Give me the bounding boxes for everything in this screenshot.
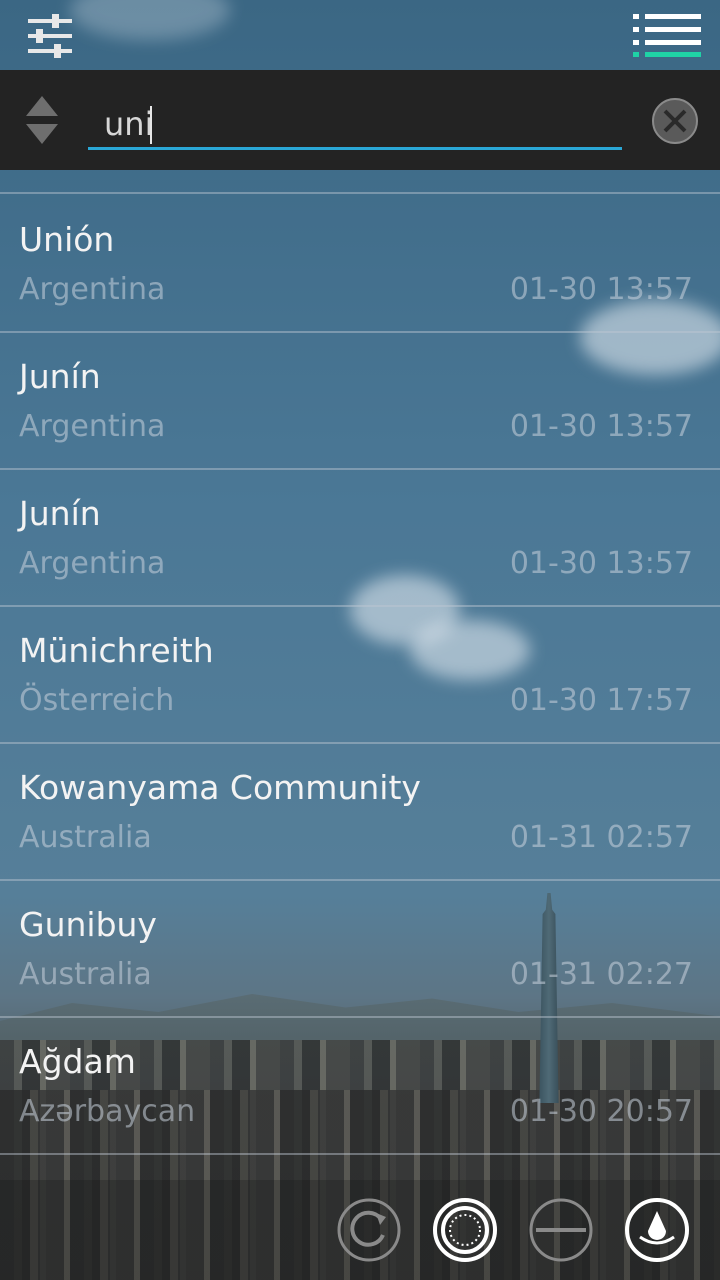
list-item[interactable]: Junín Argentina 01-30 13:57 [0, 468, 720, 607]
country-name: Australia [19, 957, 152, 992]
search-input[interactable] [88, 100, 622, 150]
country-name: Australia [19, 820, 152, 855]
country-name: Österreich [19, 683, 175, 718]
location-icon [625, 1198, 689, 1262]
text-cursor [150, 106, 152, 144]
local-time: 01-30 13:57 [509, 272, 693, 307]
list-item[interactable]: Unión Argentina 01-30 13:57 [0, 194, 720, 333]
local-time: 01-30 17:57 [509, 683, 693, 718]
minus-circle-icon [529, 1198, 593, 1262]
country-name: Argentina [19, 272, 166, 307]
city-name: Kowanyama Community [19, 768, 421, 807]
city-name: Junín [19, 357, 101, 396]
clear-search-button[interactable] [651, 97, 699, 145]
dotted-circle-icon [433, 1198, 497, 1262]
list-item[interactable]: Junín Argentina 01-30 13:57 [0, 331, 720, 470]
close-circle-icon [652, 98, 698, 144]
refresh-icon [337, 1198, 401, 1262]
list-item[interactable]: Münichreith Österreich 01-30 17:57 [0, 605, 720, 744]
country-name: Argentina [19, 409, 166, 444]
local-time: 01-30 20:57 [509, 1094, 693, 1129]
results-list[interactable]: Unión Argentina 01-30 13:57 Junín Argent… [0, 170, 720, 1180]
city-name: Ağdam [19, 1042, 136, 1081]
local-time: 01-31 02:57 [509, 820, 693, 855]
refresh-button[interactable] [336, 1197, 402, 1263]
sort-arrows-icon [26, 96, 58, 144]
sort-button[interactable] [22, 94, 62, 146]
menu-button[interactable] [633, 12, 701, 58]
list-item[interactable]: Kowanyama Community Australia 01-31 02:5… [0, 742, 720, 881]
city-name: Gunibuy [19, 905, 157, 944]
city-name: Unión [19, 220, 115, 259]
list-menu-icon [633, 14, 701, 57]
country-name: Azərbaycan [19, 1094, 196, 1129]
clock-face-button[interactable] [432, 1197, 498, 1263]
city-name: Junín [19, 494, 101, 533]
settings-button[interactable] [26, 13, 74, 59]
location-button[interactable] [624, 1197, 690, 1263]
country-name: Argentina [19, 546, 166, 581]
bottom-toolbar [0, 1180, 720, 1280]
top-bar [0, 0, 720, 70]
remove-button[interactable] [528, 1197, 594, 1263]
local-time: 01-31 02:27 [509, 957, 693, 992]
list-item[interactable]: Gunibuy Australia 01-31 02:27 [0, 879, 720, 1018]
city-name: Münichreith [19, 631, 214, 670]
search-bar [0, 70, 720, 170]
sliders-icon [28, 14, 72, 58]
local-time: 01-30 13:57 [509, 546, 693, 581]
list-item[interactable]: Ağdam Azərbaycan 01-30 20:57 [0, 1016, 720, 1155]
local-time: 01-30 13:57 [509, 409, 693, 444]
